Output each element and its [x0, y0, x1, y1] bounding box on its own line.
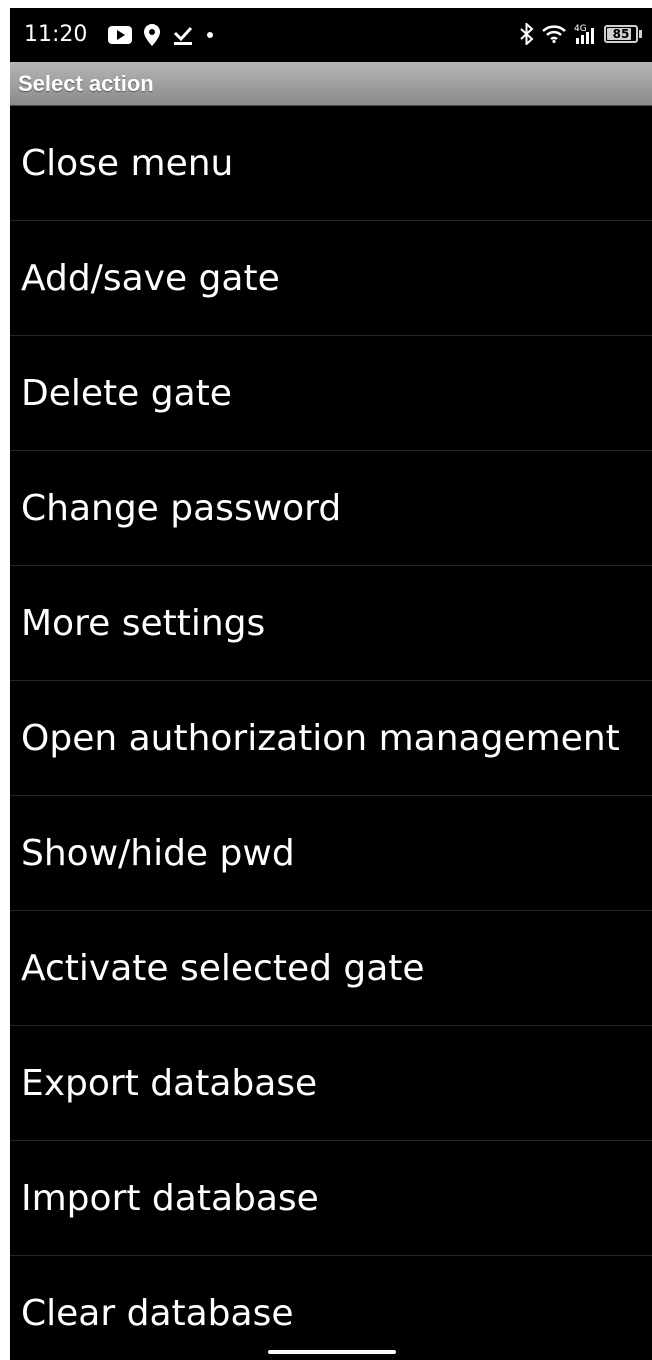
menu-item-more-settings[interactable]: More settings [10, 566, 652, 681]
download-done-icon [173, 26, 193, 45]
menu-item-change-password[interactable]: Change password [10, 451, 652, 566]
menu-item-export-database[interactable]: Export database [10, 1026, 652, 1141]
location-pin-icon [144, 24, 160, 46]
menu-item-import-database[interactable]: Import database [10, 1141, 652, 1256]
menu-item-activate-selected-gate[interactable]: Activate selected gate [10, 911, 652, 1026]
battery-icon: 85 [604, 25, 638, 43]
status-time: 11:20 [24, 22, 88, 47]
bluetooth-icon [520, 23, 534, 45]
status-right-icons: 4G 85 [512, 22, 642, 46]
menu-item-open-authorization-management[interactable]: Open authorization management [10, 681, 652, 796]
notification-dot-icon [207, 32, 213, 38]
menu-item-close-menu[interactable]: Close menu [10, 106, 652, 221]
status-left-icons [108, 23, 226, 47]
battery-tip [639, 30, 642, 38]
signal-4g-icon: 4G [574, 24, 594, 44]
phone-screen: 11:20 4G 85 Select action Close menu Add… [10, 8, 652, 1360]
status-bar: 11:20 4G 85 [10, 8, 652, 62]
menu-item-add-save-gate[interactable]: Add/save gate [10, 221, 652, 336]
menu-item-clear-database[interactable]: Clear database [10, 1256, 652, 1360]
network-type-label: 4G [574, 24, 587, 34]
youtube-icon [108, 26, 132, 44]
menu-item-delete-gate[interactable]: Delete gate [10, 336, 652, 451]
action-menu: Close menu Add/save gate Delete gate Cha… [10, 106, 652, 1360]
wifi-icon [542, 25, 566, 43]
battery-percent: 85 [612, 27, 630, 41]
gesture-nav-handle[interactable] [268, 1350, 396, 1354]
dialog-title-bar: Select action [10, 62, 652, 106]
menu-item-show-hide-pwd[interactable]: Show/hide pwd [10, 796, 652, 911]
dialog-title: Select action [18, 71, 154, 96]
